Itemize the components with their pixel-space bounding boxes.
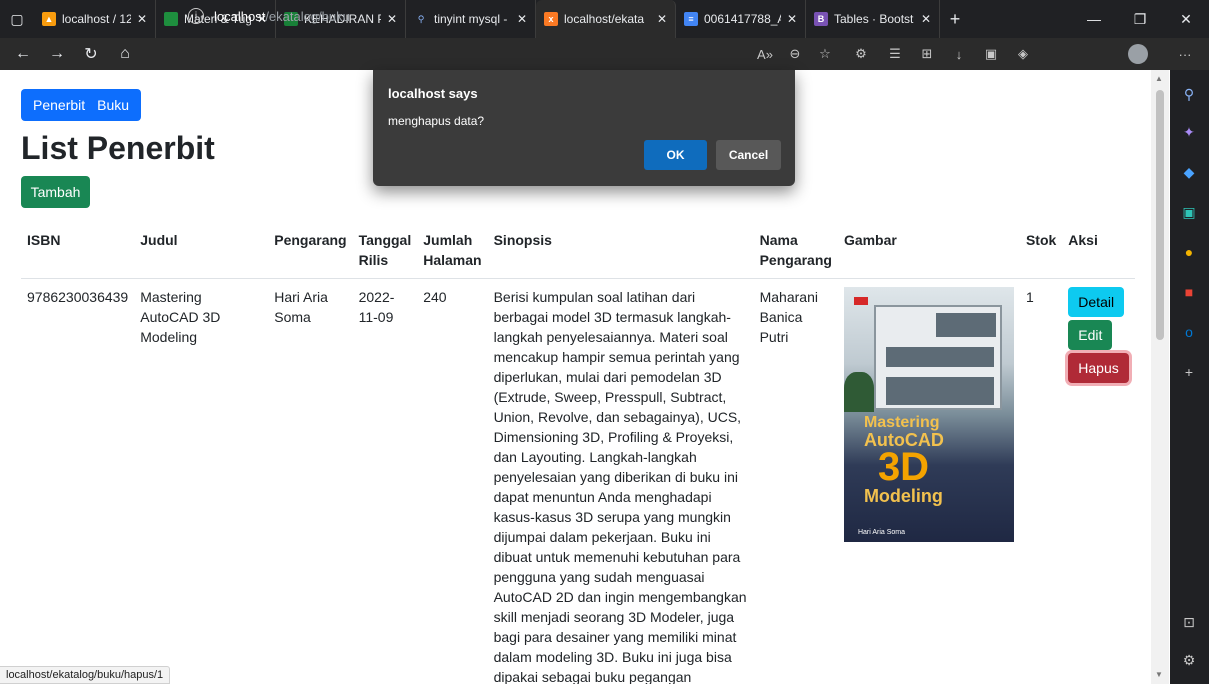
games-icon[interactable]: ● — [1179, 242, 1199, 262]
nav-penerbit-link[interactable]: Penerbit — [27, 97, 91, 113]
book-cover-image: Mastering AutoCAD 3D Modeling Hari Aria … — [843, 287, 1014, 542]
site-info-icon[interactable]: i — [188, 8, 204, 24]
publisher-logo — [853, 297, 868, 305]
column-header: Tanggal Rilis — [352, 222, 418, 279]
home-icon[interactable]: ⌂ — [108, 38, 142, 70]
cover-title-line: Mastering — [863, 414, 940, 431]
column-header: Pengarang — [268, 222, 353, 279]
shopping-tag-icon[interactable]: ◆ — [1179, 162, 1199, 182]
column-header: Stok — [1019, 222, 1063, 279]
url-field[interactable]: i localhost/ekatalog/buku — [188, 3, 738, 29]
column-header: ISBN — [21, 222, 135, 279]
trees-illustration — [843, 372, 874, 412]
cover-title-line: 3D — [877, 445, 930, 489]
screenshot-icon[interactable]: ▣ — [976, 38, 1006, 70]
forward-icon[interactable]: → — [40, 38, 74, 70]
collections-icon[interactable]: ⊞ — [912, 38, 942, 70]
column-header: Nama Pengarang — [753, 222, 838, 279]
search-icon[interactable]: ⚲ — [1179, 84, 1199, 104]
phpmyadmin-icon: ▲ — [42, 12, 56, 26]
pengarang-cell: Hari Aria Soma — [274, 289, 328, 325]
close-tab-icon[interactable]: ✕ — [787, 12, 797, 26]
browser-tab[interactable]: ▲ localhost / 127✕ — [34, 0, 156, 38]
copilot-sparkle-icon[interactable]: ✦ — [1179, 122, 1199, 142]
column-header: Sinopsis — [487, 222, 754, 279]
add-button[interactable]: Tambah — [21, 176, 90, 208]
edit-button[interactable]: Edit — [1068, 320, 1113, 350]
scroll-thumb[interactable] — [1156, 90, 1164, 340]
page-scrollbar[interactable]: ▲ ▼ — [1151, 70, 1169, 684]
classroom-icon — [164, 12, 178, 26]
outlook-icon[interactable]: o — [1179, 322, 1199, 342]
edge-sidebar: ⚲ ✦ ◆ ▣ ● ■ o + ⊡ ⚙ — [1170, 70, 1209, 684]
copilot-icon[interactable]: ◈ — [1008, 38, 1038, 70]
table-header-row: ISBN Judul Pengarang Tanggal Rilis Jumla… — [21, 222, 1135, 279]
detail-button[interactable]: Detail — [1068, 287, 1125, 317]
alert-dialog: localhost says menghapus data? OK Cancel — [373, 70, 795, 186]
halaman-cell: 240 — [423, 289, 447, 305]
refresh-icon[interactable]: ↻ — [74, 38, 108, 70]
gambar-cell: Mastering AutoCAD 3D Modeling Hari Aria … — [838, 279, 1020, 684]
nama-pengarang-cell: Maharani Banica Putri — [759, 289, 818, 345]
close-tab-icon[interactable]: ✕ — [137, 12, 147, 26]
browser-tab[interactable]: B Tables · Bootst ✕ — [806, 0, 940, 38]
cancel-button[interactable]: Cancel — [716, 140, 781, 170]
back-icon[interactable]: ← — [6, 38, 40, 70]
add-sidebar-app-icon[interactable]: + — [1179, 362, 1199, 382]
tools-icon[interactable]: ▣ — [1179, 202, 1199, 222]
nav-buku-link[interactable]: Buku — [91, 97, 135, 113]
building-illustration — [873, 305, 1002, 410]
bootstrap-icon: B — [814, 12, 828, 26]
ok-button[interactable]: OK — [644, 140, 707, 170]
favorite-star-icon[interactable]: ☆ — [810, 38, 840, 70]
office-icon[interactable]: ■ — [1179, 282, 1199, 302]
cover-title-line: Modeling — [863, 486, 943, 506]
sinopsis-cell: Berisi kumpulan soal latihan dari berbag… — [493, 289, 747, 684]
column-header: Judul — [134, 222, 269, 279]
book-table: ISBN Judul Pengarang Tanggal Rilis Jumla… — [21, 222, 1135, 684]
download-icon[interactable]: ↓ — [944, 38, 974, 70]
isbn-cell: 9786230036439 — [27, 289, 129, 305]
tab-actions-icon[interactable]: ▢ — [0, 0, 34, 38]
sidebar-settings-icon[interactable]: ⚙ — [1179, 650, 1199, 670]
scroll-down-icon[interactable]: ▼ — [1155, 670, 1163, 679]
restore-icon[interactable]: ❐ — [1117, 0, 1163, 38]
page-title: List Penerbit — [21, 130, 215, 166]
dialog-message: menghapus data? — [388, 114, 485, 128]
aksi-cell: Detail Edit Hapus — [1062, 279, 1134, 684]
new-tab-button[interactable]: + — [940, 0, 970, 38]
close-window-icon[interactable]: ✕ — [1163, 0, 1209, 38]
close-tab-icon[interactable]: ✕ — [921, 12, 931, 26]
status-url: localhost/ekatalog/buku/hapus/1 — [0, 666, 171, 684]
top-nav: Penerbit Buku — [21, 89, 142, 121]
column-header: Gambar — [837, 222, 1020, 279]
stok-cell: 1 — [1025, 289, 1034, 305]
dialog-title: localhost says — [388, 86, 478, 101]
cover-author: Hari Aria Soma — [857, 529, 906, 536]
tanggal-cell: 2022-11-09 — [358, 289, 395, 325]
hide-sidebar-icon[interactable]: ⊡ — [1179, 612, 1199, 632]
zoom-icon[interactable]: ⊖ — [780, 38, 810, 70]
judul-cell: Mastering AutoCAD 3D Modeling — [140, 289, 221, 345]
read-aloud-icon[interactable]: A» — [750, 38, 780, 70]
more-menu-icon[interactable]: ··· — [1170, 38, 1200, 70]
favorites-list-icon[interactable]: ☰ — [880, 38, 910, 70]
column-header: Aksi — [1062, 222, 1135, 279]
column-header: Jumlah Halaman — [417, 222, 488, 279]
minimize-icon[interactable]: — — [1071, 0, 1117, 38]
scroll-up-icon[interactable]: ▲ — [1155, 74, 1163, 83]
extensions-icon[interactable]: ⚙ — [846, 38, 876, 70]
profile-avatar[interactable] — [1128, 44, 1148, 64]
table-row: 9786230036439 Mastering AutoCAD 3D Model… — [21, 279, 1135, 684]
hapus-button[interactable]: Hapus — [1068, 353, 1129, 383]
